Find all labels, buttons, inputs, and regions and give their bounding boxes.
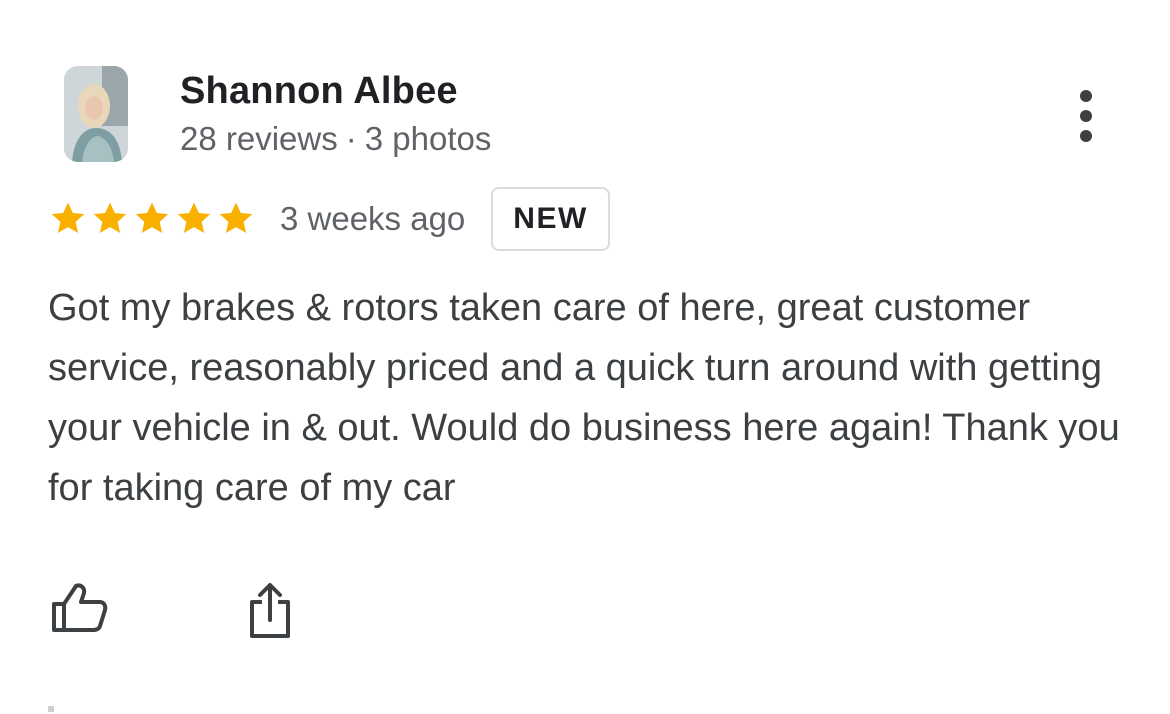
star-icon [132,199,172,239]
star-icon [216,199,256,239]
more-dot [1080,130,1092,142]
review-card: Shannon Albee 28 reviews · 3 photos 3 we… [0,0,1170,714]
share-button[interactable] [244,580,296,642]
thumbs-up-icon [52,583,108,632]
new-badge: NEW [491,187,610,251]
rating-row: 3 weeks ago NEW [48,186,610,252]
star-rating [48,199,258,239]
review-time: 3 weeks ago [280,200,466,237]
like-button[interactable] [48,580,110,636]
star-icon [174,199,214,239]
meta-separator: · [345,120,357,157]
share-icon [250,583,290,638]
photo-count: 3 photos [364,120,492,157]
divider-mark [48,706,54,712]
reviewer-meta: 28 reviews · 3 photos [180,120,491,158]
more-vertical-icon [1080,90,1092,102]
reviewer-name[interactable]: Shannon Albee [180,70,458,113]
profile-photo-icon [64,66,128,162]
star-icon [90,199,130,239]
more-options-button[interactable] [1068,88,1104,144]
reviewer-avatar[interactable] [64,66,128,162]
more-dot [1080,110,1092,122]
star-icon [48,199,88,239]
review-count: 28 reviews [180,120,338,157]
review-text: Got my brakes & rotors taken care of her… [48,287,1120,509]
